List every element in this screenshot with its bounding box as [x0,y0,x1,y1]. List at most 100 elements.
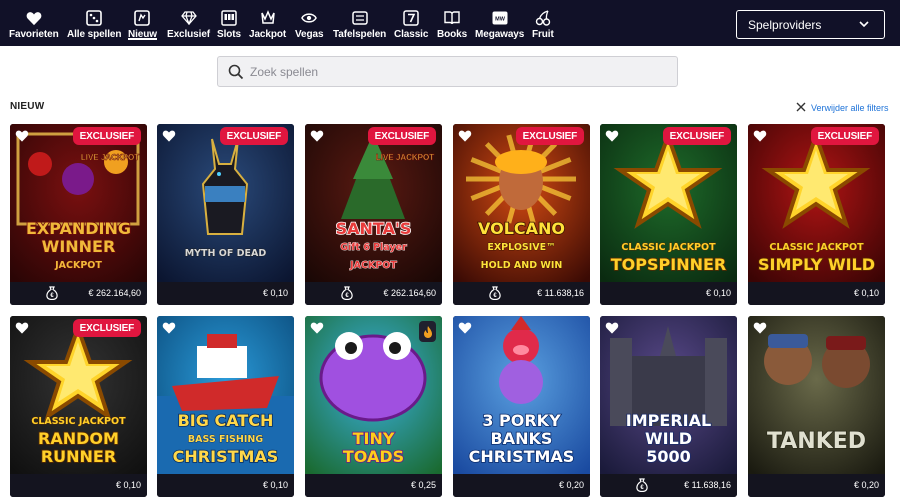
game-thumbnail[interactable]: LIVE JACKPOT EXPANDING WINNER JACKPOT [10,124,147,282]
game-title-line: RUNNER [41,447,116,466]
svg-text:€: € [493,293,497,299]
chevron-down-icon [858,18,870,33]
megaways-icon: MW [492,10,508,26]
game-title-line: WILD [645,429,692,448]
game-title-line: WINNER [42,237,116,256]
game-title-line: EXPLOSIVE™ [487,242,555,253]
hot-flame-icon [419,321,436,342]
exclusive-badge: EXCLUSIEF [810,127,879,145]
game-title-line: JACKPOT [349,260,397,271]
game-top-label: LIVE JACKPOT [376,153,434,162]
game-card[interactable]: LIVE JACKPOT EXPANDING WINNER JACKPOT EXCLUS… [10,124,147,305]
nav-favorieten[interactable]: Favorieten [9,0,59,46]
game-title-line: RANDOM [38,429,119,448]
active-underline [128,38,157,40]
nav-tafelspelen[interactable]: Tafelspelen [333,0,386,46]
svg-text:€: € [50,293,54,299]
game-thumbnail[interactable]: CLASSIC JACKPOT TOPSPINNER [600,124,737,282]
favorite-heart-icon[interactable] [15,129,29,147]
nav-alle-spellen[interactable]: Alle spellen [67,0,121,46]
exclusive-badge: EXCLUSIEF [662,127,731,145]
nav-megaways[interactable]: MW Megaways [475,0,524,46]
game-card[interactable]: CLASSIC JACKPOT TOPSPINNER EXCLUSIEF € 0,10 [600,124,737,305]
game-amount: € 0,10 [853,288,879,298]
favorite-heart-icon[interactable] [605,129,619,147]
crown-icon [260,10,276,26]
game-thumbnail[interactable]: CLASSIC JACKPOT SIMPLY WILD [748,124,885,282]
new-icon [134,10,151,26]
favorite-heart-icon[interactable] [605,321,619,339]
search-input[interactable] [250,57,670,86]
nav-label: Fruit [532,29,554,40]
game-top-label: LIVE JACKPOT [81,153,139,162]
game-title-line: 3 PORKY [482,411,561,430]
book-icon [444,10,460,26]
game-card[interactable]: LIVE JACKPOT SANTA'S Gift 6 Player JACKPOT E… [305,124,442,305]
seven-icon [403,10,419,26]
game-title-line: Gift 6 Player [340,242,407,253]
nav-jackpot[interactable]: Jackpot [249,0,286,46]
slot-machine-icon [221,10,237,26]
favorite-heart-icon[interactable] [753,321,767,339]
game-amount: € 0,25 [410,480,436,490]
game-card[interactable]: 3 PORKY BANKS CHRISTMAS € 0,20 [453,316,590,497]
game-title-line: BANKS [491,429,553,448]
favorite-heart-icon[interactable] [162,321,176,339]
game-thumbnail[interactable]: VOLCANO EXPLOSIVE™ HOLD AND WIN [453,124,590,282]
favorite-heart-icon[interactable] [310,129,324,147]
nav-label: Megaways [475,29,525,40]
game-thumbnail[interactable]: TANKED [748,316,885,474]
game-title-line: TANKED [767,429,866,454]
dice-icon [86,10,102,26]
game-thumbnail[interactable]: 3 PORKY BANKS CHRISTMAS [453,316,590,474]
favorite-heart-icon[interactable] [753,129,767,147]
game-card[interactable]: CLASSIC JACKPOT SIMPLY WILD EXCLUSIEF € 0,1… [748,124,885,305]
game-amount: € 0,10 [705,288,731,298]
nav-label: Jackpot [249,29,287,40]
nav-fruit[interactable]: Fruit [532,0,554,46]
nav-label: Favorieten [9,29,59,40]
clear-filters-link[interactable]: Verwijder alle filters [796,102,889,114]
exclusive-badge: EXCLUSIEF [367,127,436,145]
game-thumbnail[interactable]: CLASSIC JACKPOT RANDOM RUNNER [10,316,147,474]
game-card[interactable]: CLASSIC JACKPOT RANDOM RUNNER EXCLUSIEF € 0,… [10,316,147,497]
game-amount: € 11.638,16 [537,288,584,298]
game-thumbnail[interactable]: LIVE JACKPOT SANTA'S Gift 6 Player JACKPOT [305,124,442,282]
game-thumbnail[interactable]: BIG CATCH BASS FISHING CHRISTMAS [157,316,294,474]
nav-nieuw[interactable]: Nieuw [128,0,157,46]
provider-dropdown[interactable]: Spelproviders [736,10,885,39]
nav-vegas[interactable]: Vegas [295,0,324,46]
game-card-footer: € 0,10 [157,282,294,305]
favorite-heart-icon[interactable] [15,321,29,339]
close-icon [796,102,806,114]
top-navigation: Favorieten Alle spellen Nieuw Exclusief … [0,0,900,46]
favorite-heart-icon[interactable] [310,321,324,339]
favorite-heart-icon[interactable] [458,129,472,147]
jackpot-moneybag-icon: € [489,286,501,305]
game-card[interactable]: TINY TOADS € 0,25 [305,316,442,497]
nav-slots[interactable]: Slots [217,0,241,46]
nav-books[interactable]: Books [437,0,467,46]
game-card-footer: € 0,25 [305,474,442,497]
favorite-heart-icon[interactable] [458,321,472,339]
game-title-line: TOADS [343,447,404,466]
game-amount: € 11.638,16 [684,480,731,490]
exclusive-badge: EXCLUSIEF [515,127,584,145]
nav-label: Alle spellen [67,29,122,40]
game-card-footer: € € 262.164,60 [10,282,147,305]
game-card[interactable]: MYTH OF DEAD EXCLUSIEF € 0,10 [157,124,294,305]
nav-exclusief[interactable]: Exclusief [167,0,210,46]
game-card[interactable]: VOLCANO EXPLOSIVE™ HOLD AND WIN EXCLUSIEF € €… [453,124,590,305]
favorite-heart-icon[interactable] [162,129,176,147]
nav-label: Classic [394,29,429,40]
game-card[interactable]: TANKED € 0,20 [748,316,885,497]
game-thumbnail[interactable]: MYTH OF DEAD [157,124,294,282]
game-card[interactable]: IMPERIAL WILD 5000 € € 11.638,16 [600,316,737,497]
game-card[interactable]: BIG CATCH BASS FISHING CHRISTMAS € 0,10 [157,316,294,497]
nav-classic[interactable]: Classic [394,0,428,46]
provider-dropdown-label: Spelproviders [748,17,822,32]
jackpot-moneybag-icon: € [341,286,353,305]
game-thumbnail[interactable]: IMPERIAL WILD 5000 [600,316,737,474]
game-card-footer: € € 262.164,60 [305,282,442,305]
nav-label: Slots [217,29,241,40]
